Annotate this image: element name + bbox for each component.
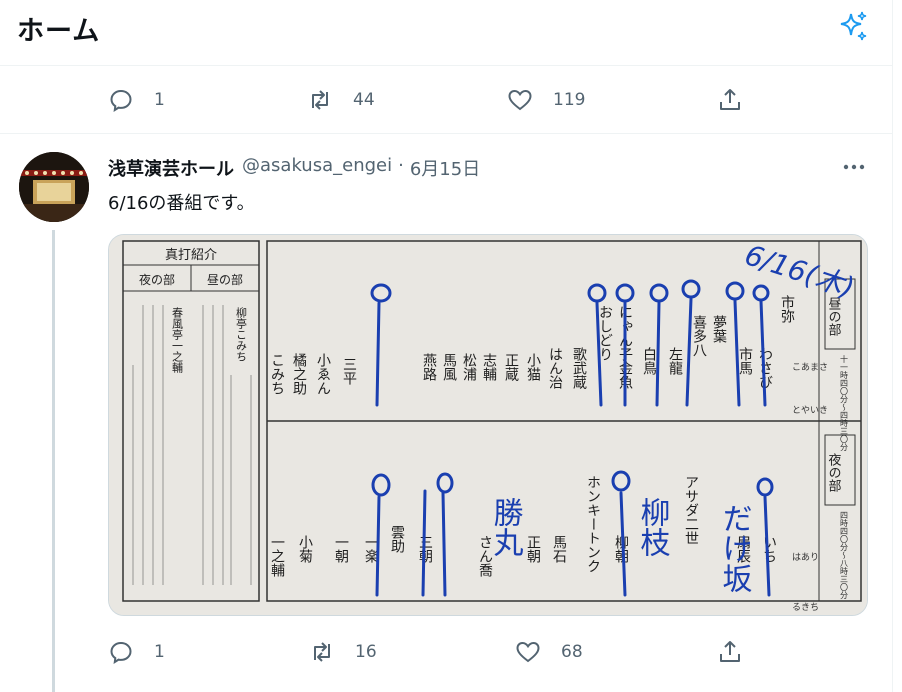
day-performer: 正蔵 bbox=[503, 353, 519, 381]
tweet-action-bar: 1 16 68 bbox=[0, 632, 893, 672]
handwritten-name: 勝丸 bbox=[488, 497, 524, 557]
day-performer: 市弥 bbox=[779, 294, 795, 323]
share-button[interactable] bbox=[717, 80, 743, 120]
retweet-count: 16 bbox=[355, 642, 377, 662]
timeline-header: ホーム bbox=[0, 0, 893, 66]
day-performer: 歌武蔵 bbox=[571, 347, 587, 389]
retweet-button[interactable]: 44 bbox=[307, 80, 375, 120]
retweet-icon bbox=[314, 642, 330, 662]
night-performer: 雲助 bbox=[389, 525, 405, 554]
page-title: ホーム bbox=[17, 16, 101, 47]
retweet-icon bbox=[312, 90, 328, 110]
day-performer: 小ゑん bbox=[315, 353, 331, 395]
night-performer: 一之輔 bbox=[269, 535, 285, 577]
share-icon bbox=[720, 641, 740, 662]
prev-tweet-action-bar: 1 44 119 bbox=[0, 80, 893, 120]
reply-button[interactable]: 1 bbox=[108, 80, 165, 120]
tweet-date[interactable]: 6月15日 bbox=[410, 155, 480, 181]
thread-line bbox=[52, 230, 55, 692]
day-performer: こみち bbox=[269, 353, 285, 395]
night-performer: 正朝 bbox=[525, 535, 541, 564]
night-performer: 馬石 bbox=[551, 535, 567, 563]
night-performer: 一朝 bbox=[333, 535, 349, 564]
day-performer: 左龍 bbox=[667, 347, 683, 376]
tweet-media-photo[interactable]: 真打紹介 夜の部 昼の部 柳亭こみち 春風亭一之輔 昼の部 十一時四〇分〜四時三… bbox=[108, 234, 868, 616]
intro-day-label: 昼の部 bbox=[207, 272, 243, 287]
day-section-time: 十一時四〇分〜四時三〇分 bbox=[840, 354, 849, 452]
day-performer: 夢葉 bbox=[711, 315, 727, 343]
retweet-button[interactable]: 16 bbox=[309, 632, 377, 672]
night-section-time: 四時四〇分〜八時三〇分 bbox=[840, 511, 849, 600]
day-margin-label: こあまさ bbox=[792, 362, 828, 373]
like-button[interactable]: 68 bbox=[515, 632, 583, 672]
intro-name-night: 春風亭一之輔 bbox=[171, 307, 184, 374]
handwritten-name: 柳枝 bbox=[635, 497, 671, 557]
day-performer: 市馬 bbox=[737, 346, 753, 375]
intro-name-day: 柳亭こみち bbox=[235, 306, 248, 362]
more-options-icon[interactable] bbox=[840, 155, 868, 179]
day-performer: 馬風 bbox=[441, 353, 457, 382]
reply-button[interactable]: 1 bbox=[108, 632, 165, 672]
night-margin-label: はあり bbox=[792, 552, 819, 563]
night-performer: アサダ二世 bbox=[683, 475, 699, 545]
author-handle[interactable]: @asakusa_engei bbox=[242, 155, 392, 181]
like-count: 119 bbox=[553, 90, 586, 110]
reply-count: 1 bbox=[154, 90, 165, 110]
day-performer: 松浦 bbox=[461, 353, 477, 381]
day-performer: 白鳥 bbox=[641, 347, 657, 375]
day-performer: 橘之助 bbox=[291, 353, 307, 396]
tweet-text: 6/16の番組です。 bbox=[108, 193, 255, 214]
timeline-column: ホーム 1 44 119 浅草演芸ホール @asakusa_engei · 6月… bbox=[0, 0, 893, 692]
share-icon bbox=[720, 89, 740, 110]
tweet-header: 浅草演芸ホール @asakusa_engei · 6月15日 bbox=[108, 155, 480, 181]
reply-icon bbox=[110, 89, 132, 112]
night-foot-label: るきち bbox=[792, 602, 819, 613]
handwritten-name: だけ坂 bbox=[717, 503, 752, 593]
author-name[interactable]: 浅草演芸ホール bbox=[108, 155, 234, 181]
night-performer: 小菊 bbox=[297, 535, 313, 563]
heart-icon bbox=[508, 89, 532, 111]
reply-icon bbox=[110, 641, 132, 664]
like-count: 68 bbox=[561, 642, 583, 662]
share-button[interactable] bbox=[717, 632, 743, 672]
tweet-divider bbox=[0, 133, 893, 134]
like-button[interactable]: 119 bbox=[507, 80, 585, 120]
theater-photo-icon bbox=[19, 152, 89, 222]
day-performer: 燕路 bbox=[421, 353, 437, 381]
day-performer: 三平 bbox=[341, 357, 357, 385]
avatar[interactable] bbox=[19, 152, 89, 222]
sparkle-icon[interactable] bbox=[836, 10, 870, 44]
night-performer: ホンキートンク bbox=[585, 475, 601, 573]
day-performer: 志輔 bbox=[481, 353, 497, 381]
night-performer: 柳朝 bbox=[613, 534, 629, 564]
day-performer: 小猫 bbox=[525, 353, 541, 382]
night-section-title: 夜の部 bbox=[826, 453, 842, 492]
intro-box-title: 真打紹介 bbox=[165, 248, 217, 263]
heart-icon bbox=[516, 641, 540, 663]
day-section-title: 昼の部 bbox=[826, 297, 842, 336]
intro-evening-label: 夜の部 bbox=[139, 272, 175, 287]
program-sheet-image: 真打紹介 夜の部 昼の部 柳亭こみち 春風亭一之輔 昼の部 十一時四〇分〜四時三… bbox=[109, 235, 867, 615]
day-foot-label: とやいき bbox=[792, 405, 828, 416]
day-performer: 喜多八 bbox=[691, 315, 707, 357]
reply-count: 1 bbox=[154, 642, 165, 662]
day-performer: はん治 bbox=[547, 347, 563, 389]
retweet-count: 44 bbox=[353, 90, 375, 110]
meta-separator: · bbox=[398, 155, 404, 176]
